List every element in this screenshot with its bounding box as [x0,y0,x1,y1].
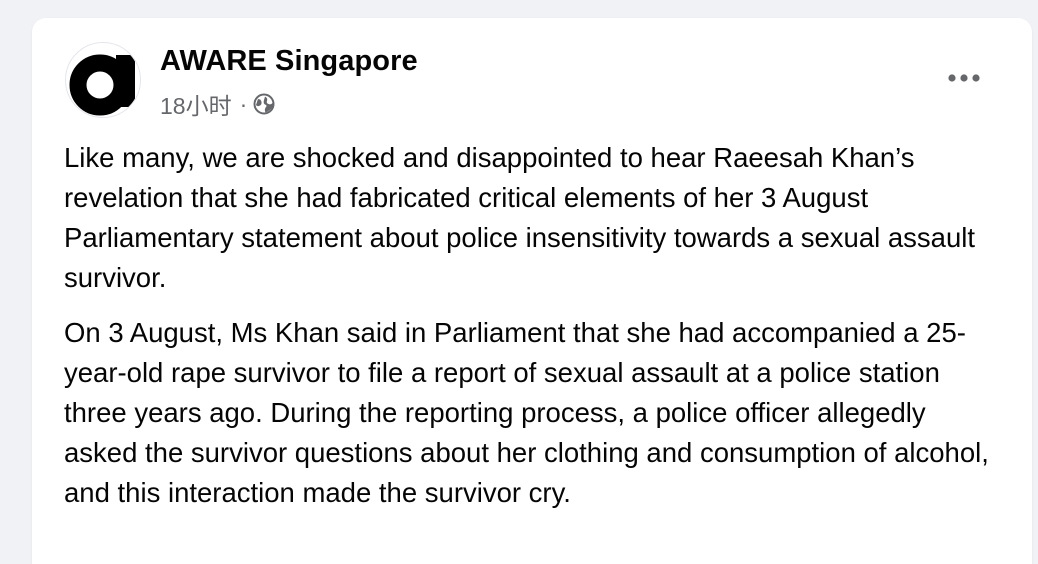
post-meta: 18小时 · [160,87,275,121]
aware-logo-icon [69,54,135,116]
post-card: AWARE Singapore 18小时 · Like many, we are… [32,18,1032,564]
page-avatar[interactable] [65,42,141,118]
meta-separator: · [239,90,248,117]
more-options-icon [948,74,980,82]
post-timestamp[interactable]: 18小时 [160,87,232,121]
post-paragraph-2: On 3 August, Ms Khan said in Parliament … [64,317,989,508]
globe-icon[interactable] [253,93,275,115]
more-options-button[interactable] [936,62,992,94]
page-name-link[interactable]: AWARE Singapore [160,45,418,78]
post-text: Like many, we are shocked and disappoint… [64,138,1004,528]
post-paragraph-1: Like many, we are shocked and disappoint… [64,142,976,293]
